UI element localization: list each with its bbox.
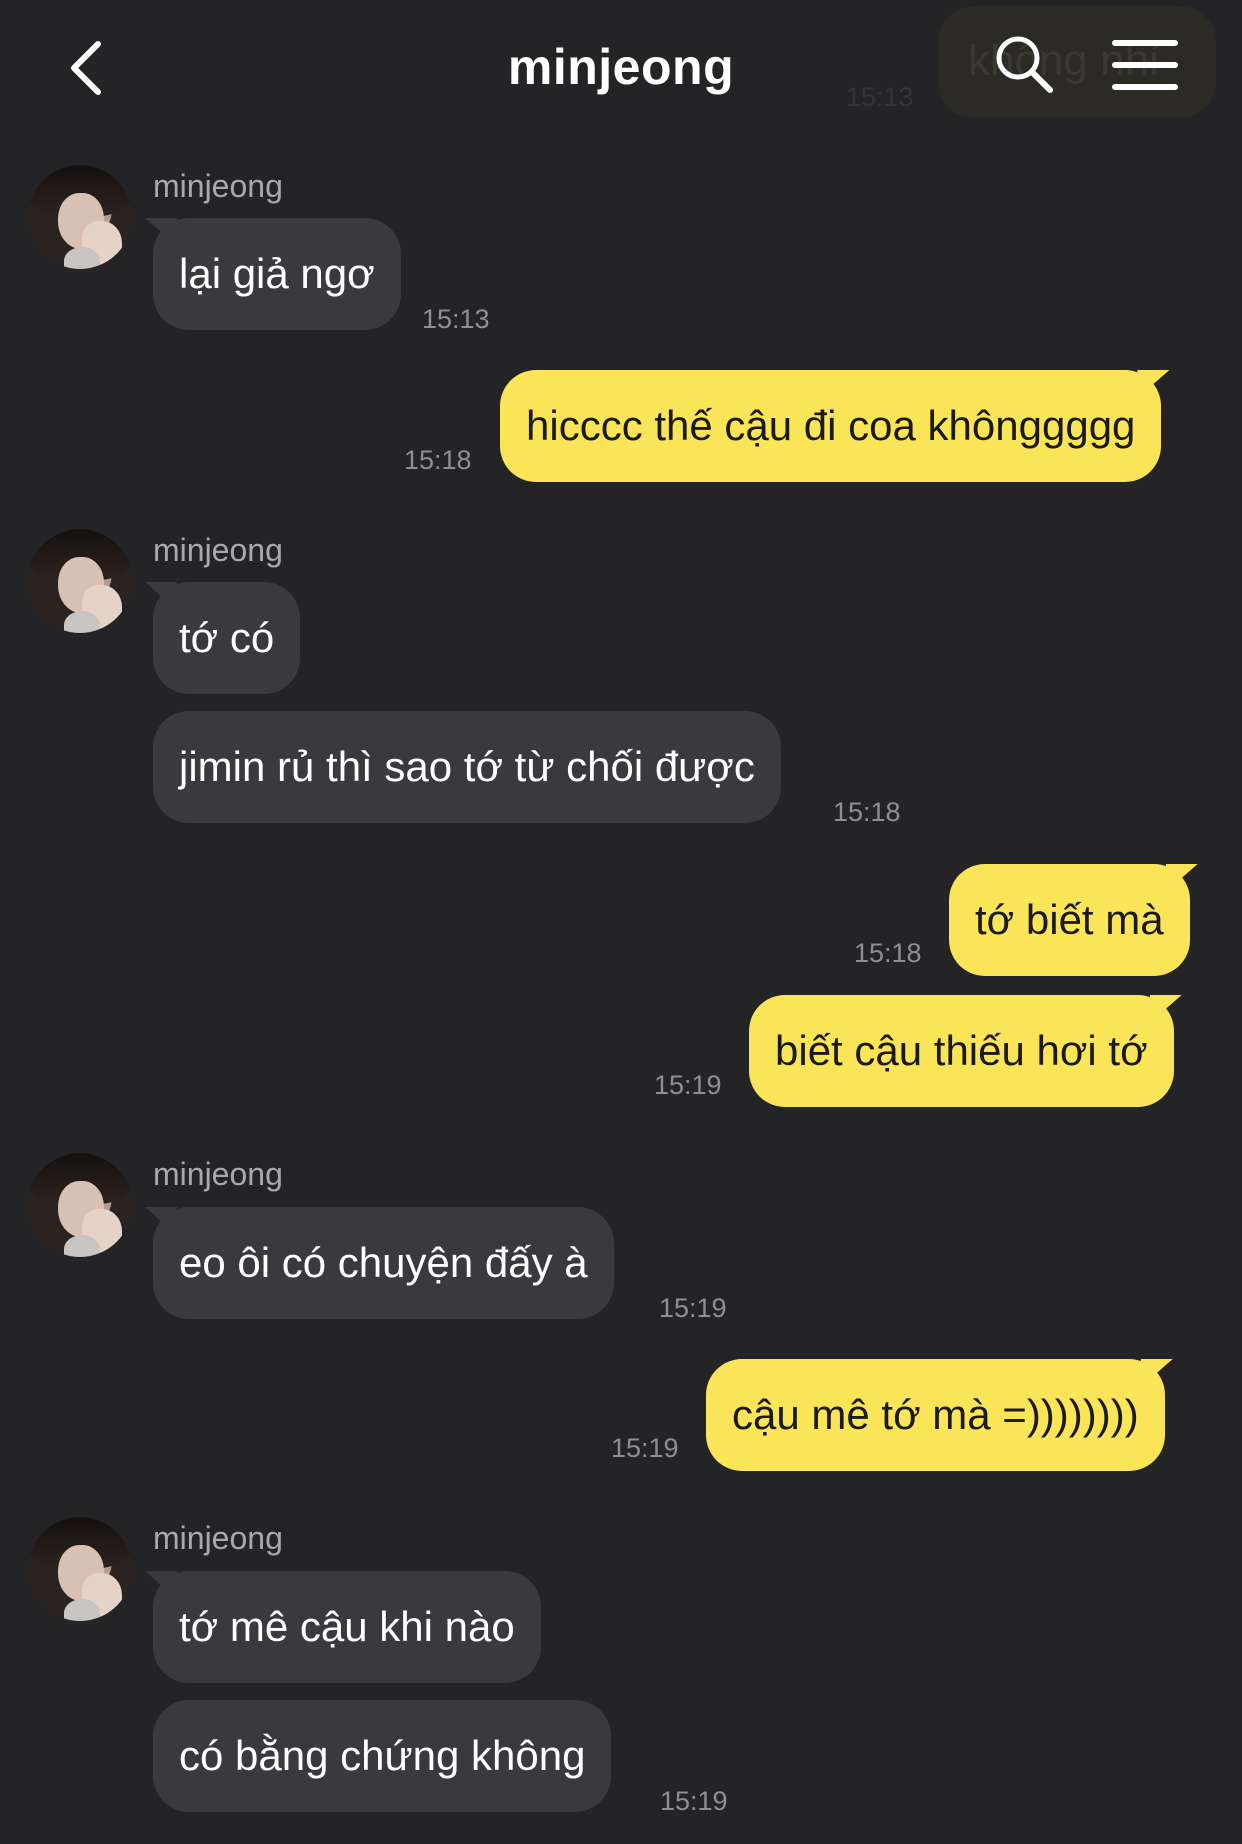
outgoing-message-bubble[interactable]: biết cậu thiếu hơi tớ [749, 995, 1174, 1107]
sender-name: minjeong [153, 168, 283, 204]
message-time: 15:19 [654, 1070, 722, 1100]
incoming-message-bubble[interactable]: jimin rủ thì sao tớ từ chối được [153, 711, 781, 823]
incoming-message-bubble[interactable]: tớ mê cậu khi nào [153, 1571, 541, 1683]
message-time: 15:18 [404, 445, 472, 475]
message-time: 15:18 [833, 797, 901, 827]
chat-title: minjeong [507, 39, 735, 95]
message-time: 15:19 [660, 1786, 728, 1816]
avatar[interactable] [28, 1153, 132, 1257]
message-time: 15:18 [854, 938, 922, 968]
outgoing-message-bubble[interactable]: tớ biết mà [949, 864, 1190, 976]
avatar[interactable] [28, 165, 132, 269]
sender-name: minjeong [153, 1520, 283, 1556]
avatar[interactable] [28, 1517, 132, 1621]
incoming-message-bubble[interactable]: lại giả ngơ [153, 218, 401, 330]
incoming-message-bubble[interactable]: có bằng chứng không [153, 1700, 612, 1812]
message-time: 15:19 [659, 1293, 727, 1323]
incoming-message-bubble[interactable]: eo ôi có chuyện đấy à [153, 1207, 614, 1319]
outgoing-message-bubble[interactable]: hicccc thế cậu đi coa khônggggg [500, 370, 1162, 482]
hamburger-menu-icon[interactable] [1112, 38, 1178, 92]
message-time: 15:13 [422, 304, 490, 334]
avatar[interactable] [28, 529, 132, 633]
incoming-message-bubble[interactable]: tớ có [153, 582, 301, 694]
sender-name: minjeong [153, 1156, 283, 1192]
message-time: 15:19 [611, 1433, 679, 1463]
outgoing-message-bubble[interactable]: cậu mê tớ mà =)))))))) [706, 1359, 1165, 1471]
sender-name: minjeong [153, 532, 283, 568]
chat-header: không nhỉ 15:13 minjeong [0, 0, 1242, 130]
search-icon[interactable] [994, 34, 1054, 94]
